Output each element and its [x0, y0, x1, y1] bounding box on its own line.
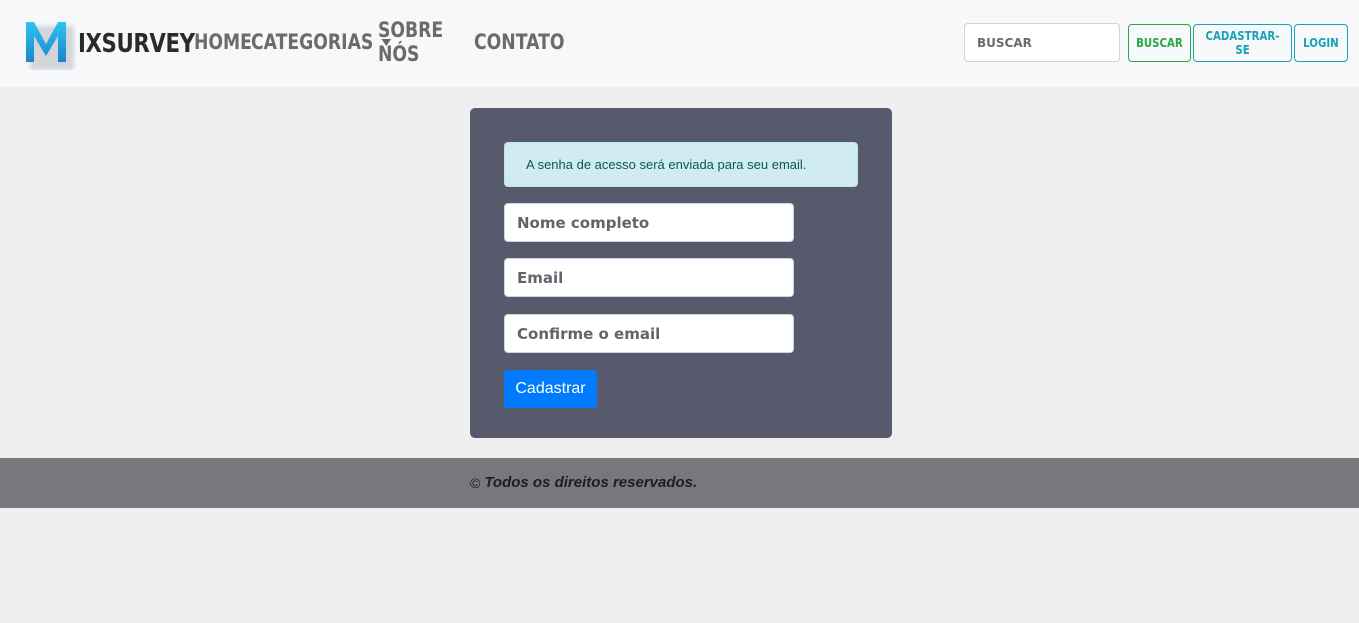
signup-card: A senha de acesso será enviada para seu … [470, 108, 892, 438]
confirm-email-field[interactable] [504, 314, 794, 353]
nav-item-categorias-label: CATEGORIAS [251, 30, 374, 54]
search-button[interactable]: BUSCAR [1128, 24, 1191, 62]
nav-item-sobre-wrap: SOBRE NÓS [378, 18, 458, 66]
login-button-label: LOGIN [1303, 36, 1339, 50]
brand-name: IXSURVEY [78, 29, 195, 59]
full-name-field[interactable] [504, 203, 794, 242]
nav-item-contato-wrap: CONTATO [474, 30, 564, 54]
nav-item-home-wrap: HOME [194, 30, 252, 54]
search-button-label: BUSCAR [1136, 36, 1183, 50]
navbar: IXSURVEY HOME CATEGORIAS SOBRE NÓS CONTA… [0, 0, 1359, 87]
logo-icon [24, 18, 76, 70]
nav-item-categorias[interactable]: CATEGORIAS [251, 30, 392, 54]
register-button-label: CADASTRAR-SE [1205, 29, 1280, 57]
brand-link[interactable]: IXSURVEY [24, 18, 220, 70]
nav-item-contato[interactable]: CONTATO [474, 30, 564, 54]
footer-copyright: © Todos os direitos reservados. [470, 474, 697, 491]
info-alert: A senha de acesso será enviada para seu … [504, 142, 858, 187]
submit-button[interactable]: Cadastrar [504, 370, 597, 408]
register-button[interactable]: CADASTRAR-SE [1193, 24, 1292, 62]
email-field[interactable] [504, 258, 794, 297]
main-nav: HOME CATEGORIAS SOBRE NÓS CONTATO [194, 18, 564, 66]
nav-item-sobre-nos[interactable]: SOBRE NÓS [378, 18, 444, 66]
copyright-icon: © [470, 474, 481, 491]
footer-text: Todos os direitos reservados. [484, 474, 698, 491]
login-button[interactable]: LOGIN [1294, 24, 1348, 62]
nav-item-categorias-wrap: CATEGORIAS [251, 30, 392, 54]
search-input[interactable] [964, 23, 1120, 62]
footer: © Todos os direitos reservados. [0, 458, 1359, 508]
nav-item-home[interactable]: HOME [194, 30, 252, 54]
